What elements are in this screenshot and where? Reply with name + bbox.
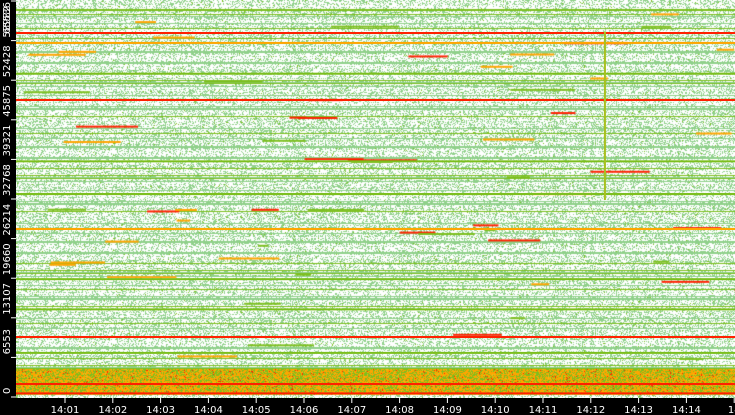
x-tick-label: 14:11 <box>529 405 558 415</box>
x-tick-label: 14:09 <box>433 405 462 415</box>
x-tick-label: 14:05 <box>242 405 271 415</box>
y-tick-label: 0 <box>2 388 13 394</box>
port-activity-chart: 0 6553 13107 19660 26214 32768 39321 45875 52428… <box>0 0 735 415</box>
x-tick-label: 14:10 <box>481 405 510 415</box>
x-tick-label: 14:03 <box>146 405 175 415</box>
x-tick-label: 14:14 <box>672 405 701 415</box>
y-tick-label: 32768 <box>2 164 13 196</box>
y-tick-label: 13107 <box>2 283 13 315</box>
x-tick-label: 14:06 <box>290 405 319 415</box>
y-tick-label: 39321 <box>2 125 13 157</box>
x-tick-label: 14:01 <box>51 405 80 415</box>
x-tick-label: 14:04 <box>194 405 223 415</box>
y-tick-label: 19660 <box>2 243 13 275</box>
x-tick-label: 14:13 <box>624 405 653 415</box>
x-tick-label: 14 <box>728 405 735 415</box>
y-tick-label: 52428 <box>2 45 13 77</box>
axes: 0 6553 13107 19660 26214 32768 39321 45875 52428… <box>2 0 735 415</box>
y-tick-label: 6553 <box>2 329 13 354</box>
x-tick-label: 14:02 <box>98 405 127 415</box>
x-tick-label: 14:07 <box>337 405 366 415</box>
y-tick-label: 26214 <box>2 204 13 236</box>
x-tick-label: 14:08 <box>385 405 414 415</box>
y-tick-label: 65536 <box>2 2 13 34</box>
x-tick-label: 14:12 <box>576 405 605 415</box>
y-tick-label: 45875 <box>2 85 13 117</box>
